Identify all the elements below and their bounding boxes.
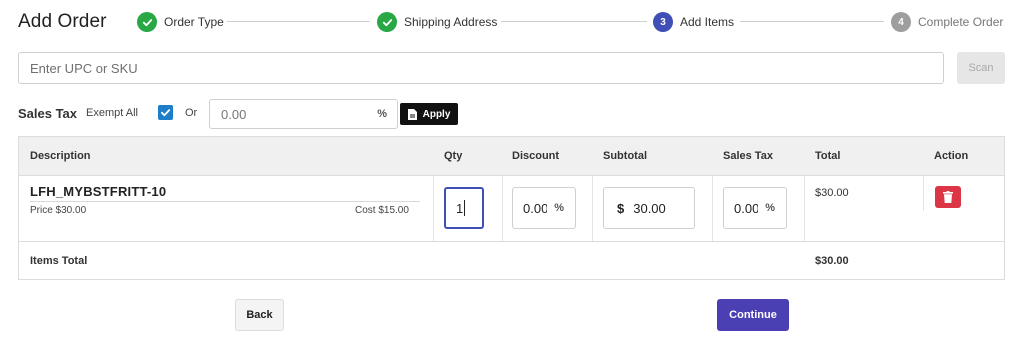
step-add-items[interactable]: 3 Add Items: [653, 12, 734, 32]
item-sku: LFH_MYBSTFRITT-10: [30, 184, 167, 199]
column-action: Action: [934, 150, 969, 162]
apply-button[interactable]: Apply: [400, 103, 458, 125]
delete-item-button[interactable]: [935, 186, 961, 208]
apply-label: Apply: [422, 108, 451, 120]
back-button[interactable]: Back: [235, 299, 284, 331]
items-total-label: Items Total: [30, 255, 88, 267]
item-total: $30.00: [815, 187, 849, 199]
sales-tax-label: Sales Tax: [18, 106, 78, 121]
page-title: Add Order: [18, 11, 107, 32]
step-label: Order Type: [164, 15, 224, 29]
step-connector: [740, 21, 884, 22]
or-label: Or: [185, 107, 198, 119]
column-qty: Qty: [444, 150, 463, 162]
column-description: Description: [30, 150, 91, 162]
upc-sku-input[interactable]: [18, 52, 944, 84]
step-label: Complete Order: [918, 15, 1004, 29]
step-order-type[interactable]: Order Type: [137, 12, 224, 32]
step-complete-order[interactable]: 4 Complete Order: [891, 12, 1003, 32]
check-icon: [377, 12, 397, 32]
trash-icon: [943, 191, 953, 203]
step-label: Add Items: [680, 15, 735, 29]
step-connector: [501, 21, 647, 22]
column-discount: Discount: [512, 150, 560, 162]
checkmark-icon: [160, 109, 171, 117]
percent-icon: %: [377, 108, 387, 120]
qty-input[interactable]: 1: [444, 187, 484, 229]
row-divider: [19, 241, 1004, 242]
column-divider: [804, 176, 805, 242]
continue-button[interactable]: Continue: [717, 299, 789, 331]
exempt-all-checkbox[interactable]: [158, 105, 173, 120]
items-total-value: $30.00: [815, 255, 849, 267]
percent-icon: %: [554, 202, 564, 214]
dollar-icon: $: [617, 200, 625, 216]
sales-tax-input[interactable]: 0.00 %: [723, 187, 787, 229]
discount-value: 0.00: [523, 200, 547, 216]
subtotal-input[interactable]: $ 30.00: [603, 187, 695, 229]
qty-value: 1: [456, 200, 464, 216]
column-divider: [502, 176, 503, 242]
discount-input[interactable]: 0.00 %: [512, 187, 576, 229]
column-divider: [923, 176, 924, 211]
exempt-all-label: Exempt All: [86, 107, 138, 119]
step-label: Shipping Address: [404, 15, 498, 29]
text-caret: [464, 200, 466, 216]
column-divider: [712, 176, 713, 242]
column-subtotal: Subtotal: [603, 150, 647, 162]
document-icon: [407, 108, 417, 120]
scan-button[interactable]: Scan: [957, 52, 1005, 84]
subtotal-value: 30.00: [633, 200, 666, 216]
tax-rate-input[interactable]: [221, 106, 371, 122]
step-connector: [227, 21, 370, 22]
step-number: 3: [653, 12, 673, 32]
sku-divider: [30, 201, 420, 202]
check-icon: [137, 12, 157, 32]
table-header: Description Qty Discount Subtotal Sales …: [19, 137, 1004, 176]
step-number: 4: [891, 12, 911, 32]
items-table: Description Qty Discount Subtotal Sales …: [18, 136, 1005, 280]
step-shipping-address[interactable]: Shipping Address: [377, 12, 497, 32]
item-cost: Cost $15.00: [355, 205, 409, 216]
percent-icon: %: [765, 202, 775, 214]
column-divider: [433, 176, 434, 242]
item-price: Price $30.00: [30, 205, 87, 216]
sales-tax-value: 0.00: [734, 200, 758, 216]
column-sales-tax: Sales Tax: [723, 150, 773, 162]
column-total: Total: [815, 150, 841, 162]
tax-rate-field[interactable]: %: [209, 99, 398, 129]
column-divider: [592, 176, 593, 242]
